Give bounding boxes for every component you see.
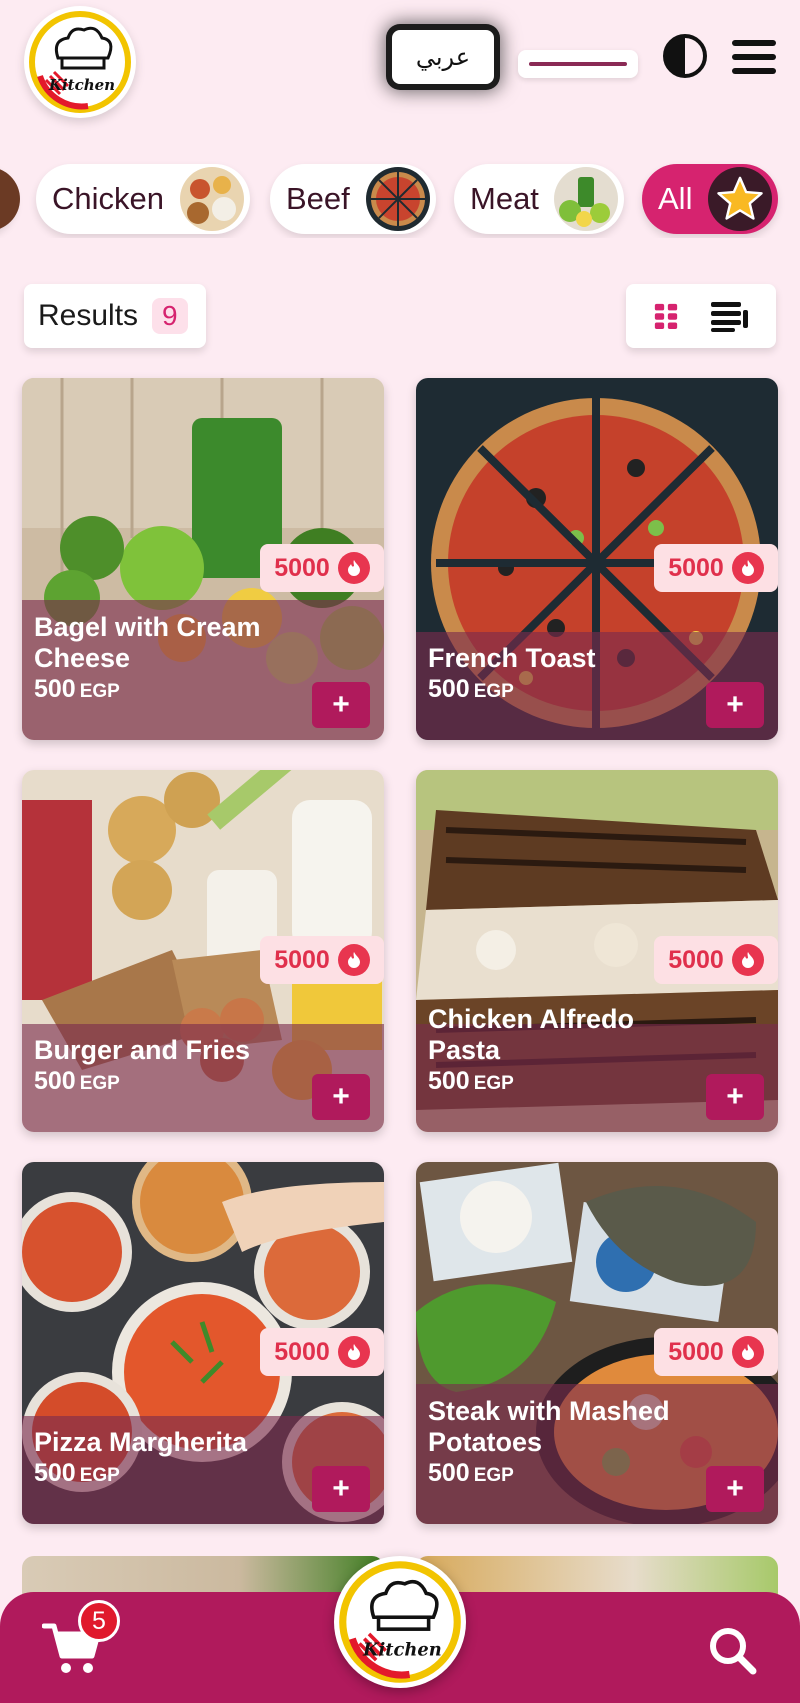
category-strip[interactable]: Chicken Beef Meat All [0, 160, 800, 238]
price-value: 500 [34, 1459, 76, 1487]
calorie-value: 5000 [274, 1337, 330, 1366]
chef-hat-logo-icon[interactable]: Kitchen [334, 1556, 466, 1688]
hamburger-menu-icon[interactable] [730, 38, 778, 76]
product-price: 500 EGP [428, 1459, 514, 1488]
product-name: Pizza Margherita [34, 1427, 248, 1457]
price-value: 500 [34, 1067, 76, 1095]
fire-icon [731, 944, 764, 976]
product-price: 500 EGP [34, 1067, 120, 1096]
add-to-cart-button[interactable]: + [706, 1466, 764, 1512]
currency-label: EGP [79, 1465, 120, 1486]
product-price: 500 EGP [428, 1067, 514, 1096]
calorie-value: 5000 [668, 553, 724, 582]
results-count: 9 [152, 298, 188, 334]
list-view-icon[interactable] [709, 300, 749, 332]
product-card[interactable]: 5000 Pizza Margherita 500 EGP + [22, 1162, 384, 1524]
category-label: All [658, 181, 693, 216]
calorie-value: 5000 [274, 945, 330, 974]
header: Kitchen عربي [0, 0, 800, 120]
cart-count-badge: 5 [78, 1600, 120, 1642]
currency-label: EGP [473, 1465, 514, 1486]
results-label: Results [38, 299, 139, 332]
product-card[interactable]: 5000 Steak with Mashed Potatoes 500 EGP + [416, 1162, 778, 1524]
price-value: 500 [34, 675, 76, 703]
fire-icon [337, 552, 370, 584]
view-toggle[interactable] [626, 284, 776, 348]
search-bar[interactable] [518, 50, 638, 78]
product-name: French Toast [428, 643, 596, 673]
fire-icon [337, 1336, 370, 1368]
add-to-cart-button[interactable]: + [706, 1074, 764, 1120]
category-thumb [180, 167, 244, 231]
currency-label: EGP [79, 681, 120, 702]
add-to-cart-button[interactable]: + [706, 682, 764, 728]
language-label: عربي [415, 43, 471, 71]
product-price: 500 EGP [428, 675, 514, 704]
grid-view-icon[interactable] [653, 300, 679, 332]
svg-text:Kitchen: Kitchen [362, 1639, 442, 1660]
currency-label: EGP [473, 681, 514, 702]
product-card[interactable]: 5000 Chicken Alfredo Pasta 500 EGP + [416, 770, 778, 1132]
fire-icon [731, 552, 764, 584]
category-label: Meat [470, 181, 539, 216]
product-name: Steak with Mashed Potatoes [428, 1396, 670, 1457]
product-name: Bagel with Cream Cheese [34, 612, 261, 673]
contrast-icon[interactable] [662, 33, 708, 79]
calorie-value: 5000 [668, 1337, 724, 1366]
star-icon [708, 167, 772, 231]
calorie-badge: 5000 [260, 544, 384, 592]
category-label: Chicken [52, 181, 164, 216]
product-price: 500 EGP [34, 675, 120, 704]
language-button[interactable]: عربي [392, 30, 494, 84]
product-card[interactable]: 5000 Bagel with Cream Cheese 500 EGP + [22, 378, 384, 740]
search-bar-line [529, 62, 627, 66]
product-price: 500 EGP [34, 1459, 120, 1488]
fire-icon [731, 1336, 764, 1368]
product-name: Burger and Fries [34, 1035, 251, 1065]
calorie-badge: 5000 [260, 936, 384, 984]
price-value: 500 [428, 1459, 470, 1487]
category-chip-chicken[interactable]: Chicken [36, 164, 250, 234]
category-thumb [0, 167, 20, 231]
search-icon[interactable] [706, 1624, 758, 1676]
product-name: Chicken Alfredo Pasta [428, 1004, 635, 1065]
add-to-cart-button[interactable]: + [312, 1466, 370, 1512]
category-thumb [554, 167, 618, 231]
fire-icon [337, 944, 370, 976]
category-chip-beef[interactable]: Beef [270, 164, 436, 234]
calorie-value: 5000 [274, 553, 330, 582]
add-to-cart-button[interactable]: + [312, 682, 370, 728]
calorie-value: 5000 [668, 945, 724, 974]
category-chip-meat[interactable]: Meat [454, 164, 624, 234]
svg-text:Kitchen: Kitchen [48, 76, 115, 94]
calorie-badge: 5000 [654, 544, 778, 592]
product-card[interactable]: 5000 Burger and Fries 500 EGP + [22, 770, 384, 1132]
calorie-badge: 5000 [260, 1328, 384, 1376]
price-value: 500 [428, 675, 470, 703]
price-value: 500 [428, 1067, 470, 1095]
results-summary: Results 9 [24, 284, 206, 348]
calorie-badge: 5000 [654, 936, 778, 984]
chef-hat-logo-icon[interactable]: Kitchen [24, 6, 136, 118]
calorie-badge: 5000 [654, 1328, 778, 1376]
category-chip-all[interactable]: All [642, 164, 778, 234]
category-label: Beef [286, 181, 350, 216]
currency-label: EGP [473, 1073, 514, 1094]
product-card[interactable]: 5000 French Toast 500 EGP + [416, 378, 778, 740]
category-thumb [366, 167, 430, 231]
add-to-cart-button[interactable]: + [312, 1074, 370, 1120]
category-chip-partial[interactable] [0, 164, 20, 234]
currency-label: EGP [79, 1073, 120, 1094]
